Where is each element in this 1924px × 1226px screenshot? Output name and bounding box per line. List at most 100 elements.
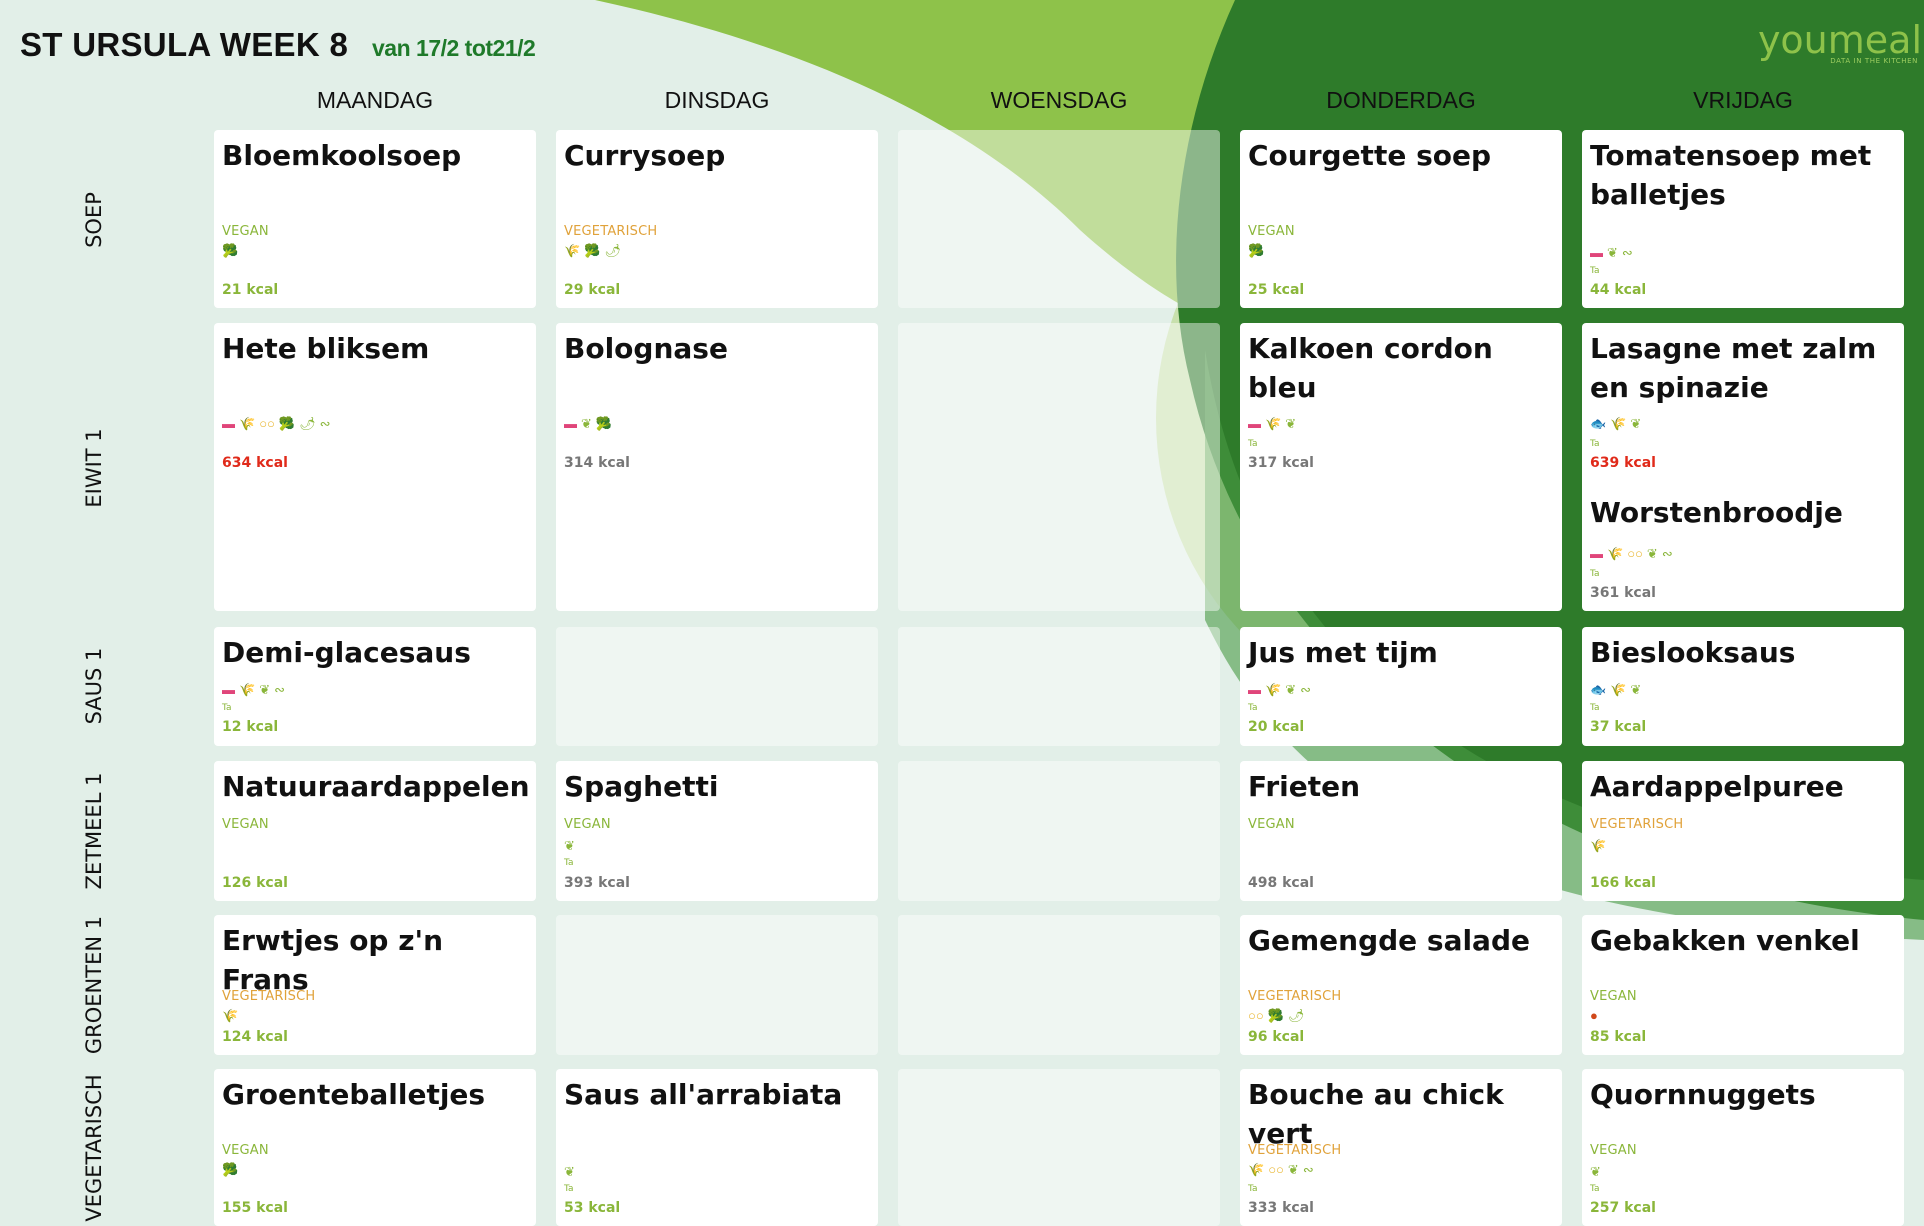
- dish-name: Gebakken venkel: [1590, 924, 1860, 957]
- menu-card[interactable]: Bolognase ▬ ❦ 🥦 314 kcal: [556, 323, 878, 611]
- day-header-dinsdag: DINSDAG: [664, 87, 770, 113]
- dish-name: Bolognase: [564, 332, 728, 365]
- celery-icon: 🥦: [278, 416, 296, 431]
- soy-icon: ❦: [1630, 682, 1642, 697]
- menu-card[interactable]: Natuuraardappelen VEGAN 126 kcal: [214, 761, 536, 901]
- dish-name-second: Worstenbroodje: [1590, 496, 1843, 529]
- menu-card[interactable]: Bloemkoolsoep VEGAN 🥦 21 kcal: [214, 130, 536, 308]
- kcal-value: 44 kcal: [1590, 282, 1647, 298]
- gluten-icon: 🌾: [1607, 546, 1624, 561]
- dish-name: Kalkoen cordon bleu: [1248, 332, 1493, 404]
- allergen-icons: 🥦: [222, 1163, 242, 1177]
- menu-card[interactable]: Jus met tijm ▬ 🌾 ❦ ∾ Ta 20 kcal: [1240, 627, 1562, 746]
- menu-card[interactable]: Saus all'arrabiata ❦ Ta 53 kcal: [556, 1069, 878, 1226]
- empty-card: [898, 323, 1220, 611]
- soy-icon: ❦: [1607, 245, 1618, 260]
- menu-card[interactable]: Tomatensoep met balletjes ▬ ❦ ∾ Ta 44 kcal: [1582, 130, 1904, 308]
- sulphite-icon: ∾: [1300, 682, 1311, 697]
- dish-name: Gemengde salade: [1248, 924, 1530, 957]
- traces-label: Ta: [1590, 569, 1600, 579]
- kcal-value: 333 kcal: [1248, 1200, 1314, 1216]
- kcal-value: 37 kcal: [1590, 719, 1647, 735]
- traces-label: Ta: [222, 703, 232, 713]
- menu-card[interactable]: Lasagne met zalm en spinazie 🐟 🌾 ❦ Ta 639 …: [1582, 323, 1904, 611]
- gluten-icon: 🌾: [239, 416, 256, 431]
- milk-icon: ▬: [1590, 546, 1603, 561]
- youmeal-logo: youmeal DATA IN THE KITCHEN: [1758, 20, 1922, 65]
- allergen-icons: 🌾: [1590, 839, 1610, 853]
- menu-card[interactable]: Quornnuggets VEGAN ❦ Ta 257 kcal: [1582, 1069, 1904, 1226]
- soy-icon: ❦: [1285, 416, 1297, 431]
- dish-name: Jus met tijm: [1248, 636, 1438, 669]
- dish-name: Quornnuggets: [1590, 1078, 1816, 1111]
- menu-card[interactable]: Spaghetti VEGAN ❦ Ta 393 kcal: [556, 761, 878, 901]
- menu-card[interactable]: Kalkoen cordon bleu ▬ 🌾 ❦ Ta 317 kcal: [1240, 323, 1562, 611]
- empty-card: [898, 1069, 1220, 1226]
- menu-card[interactable]: Hete bliksem ▬ 🌾 ○○ 🥦 🌶 ∾ 634 kcal: [214, 323, 536, 611]
- allergen-icons: ▬ 🌾 ○○ ❦ ∾: [1590, 547, 1677, 561]
- milk-icon: ▬: [1248, 416, 1261, 431]
- diet-tag: VEGAN: [222, 1143, 269, 1158]
- celery-icon: 🥦: [1248, 243, 1265, 258]
- diet-tag: VEGETARISCH: [222, 989, 316, 1004]
- allergen-icons: 🌾 ○○ ❦ ∾: [1248, 1163, 1318, 1177]
- traces-label: Ta: [1248, 439, 1258, 449]
- kcal-value: 393 kcal: [564, 875, 630, 891]
- celery-icon: 🥦: [1267, 1008, 1284, 1023]
- diet-tag: VEGETARISCH: [1590, 817, 1684, 832]
- diet-tag: VEGAN: [564, 817, 611, 832]
- menu-card[interactable]: Courgette soep VEGAN 🥦 25 kcal: [1240, 130, 1562, 308]
- kcal-value: 53 kcal: [564, 1200, 621, 1216]
- kcal-value: 96 kcal: [1248, 1029, 1305, 1045]
- menu-card[interactable]: Groenteballetjes VEGAN 🥦 155 kcal: [214, 1069, 536, 1226]
- celery-icon: 🥦: [595, 416, 613, 431]
- mustard-icon: 🌶: [1287, 1008, 1305, 1023]
- allergen-icons: ❦: [564, 1165, 579, 1179]
- gluten-icon: 🌾: [1590, 838, 1607, 853]
- diet-tag: VEGETARISCH: [1248, 989, 1342, 1004]
- kcal-value: 498 kcal: [1248, 875, 1314, 891]
- menu-card[interactable]: Bouche au chick vert VEGETARISCH 🌾 ○○ ❦ ∾ T…: [1240, 1069, 1562, 1226]
- empty-card: [898, 915, 1220, 1055]
- dish-name: Demi-glacesaus: [222, 636, 471, 669]
- day-header-vrijdag: VRIJDAG: [1693, 87, 1793, 113]
- allergen-icons: ○○ 🥦 🌶: [1248, 1009, 1308, 1023]
- traces-label: Ta: [564, 1184, 574, 1194]
- milk-icon: ▬: [222, 416, 235, 431]
- menu-card[interactable]: Gemengde salade VEGETARISCH ○○ 🥦 🌶 96 kcal: [1240, 915, 1562, 1055]
- menu-card[interactable]: Erwtjes op z'n Frans VEGETARISCH 🌾 124 k…: [214, 915, 536, 1055]
- kcal-value: 20 kcal: [1248, 719, 1305, 735]
- milk-icon: ▬: [222, 682, 235, 697]
- egg-icon: ○○: [1627, 546, 1643, 561]
- dish-name: Bouche au chick vert: [1248, 1078, 1504, 1150]
- day-header-maandag: MAANDAG: [316, 87, 434, 113]
- traces-label: Ta: [1590, 266, 1600, 276]
- kcal-value: 166 kcal: [1590, 875, 1656, 891]
- egg-icon: ○○: [1248, 1008, 1264, 1023]
- empty-card: [556, 915, 878, 1055]
- sulphite-icon: ∾: [1661, 546, 1673, 561]
- soy-icon: ❦: [259, 682, 271, 697]
- allergen-icons: ▬ 🌾 ❦ ∾: [1248, 683, 1315, 697]
- menu-card[interactable]: Demi-glacesaus ▬ 🌾 ❦ ∾ Ta 12 kcal: [214, 627, 536, 746]
- allergen-icons: ▬ 🌾 ❦ ∾: [222, 683, 289, 697]
- diet-tag: VEGAN: [222, 224, 269, 239]
- menu-card[interactable]: Frieten VEGAN 498 kcal: [1240, 761, 1562, 901]
- menu-card[interactable]: Gebakken venkel VEGAN ● 85 kcal: [1582, 915, 1904, 1055]
- kcal-value: 124 kcal: [222, 1029, 288, 1045]
- dish-name: Groenteballetjes: [222, 1078, 486, 1111]
- day-header-donderdag: DONDERDAG: [1326, 87, 1476, 113]
- sulphite-icon: ∾: [274, 682, 285, 697]
- traces-label: Ta: [1590, 439, 1600, 449]
- menu-card[interactable]: Aardappelpuree VEGETARISCH 🌾 166 kcal: [1582, 761, 1904, 901]
- gluten-icon: 🌾: [222, 1008, 239, 1023]
- diet-tag: VEGAN: [1248, 224, 1295, 239]
- menu-card[interactable]: Currysoep VEGETARISCH 🌾 🥦 🌶 29 kcal: [556, 130, 878, 308]
- sulphite-icon: ∾: [319, 416, 331, 431]
- kcal-value: 257 kcal: [1590, 1200, 1656, 1216]
- soy-icon: ❦: [581, 416, 592, 431]
- dish-name: Aardappelpuree: [1590, 770, 1844, 803]
- menu-card[interactable]: Bieslooksaus 🐟 🌾 ❦ Ta 37 kcal: [1582, 627, 1904, 746]
- mustard-icon: 🌶: [299, 416, 316, 431]
- day-header-woensdag: WOENSDAG: [990, 87, 1128, 113]
